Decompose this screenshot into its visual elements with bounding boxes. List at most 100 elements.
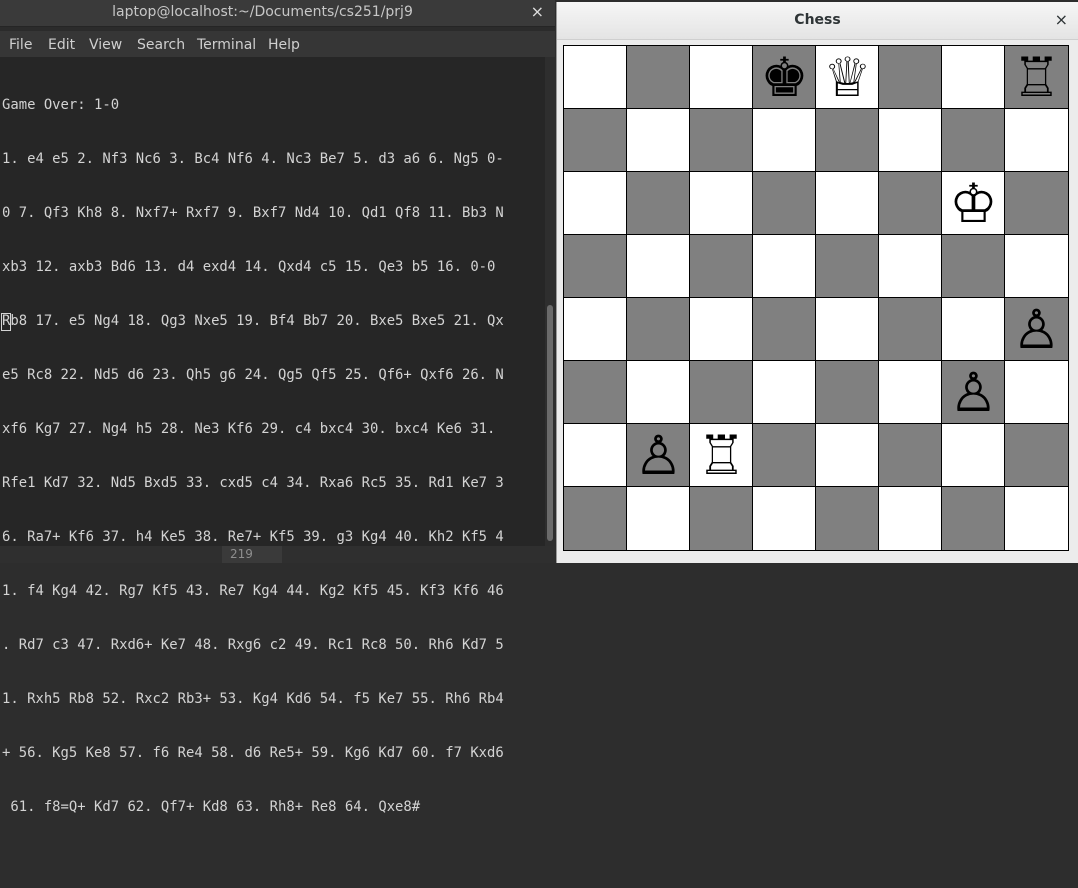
chess-board[interactable]: ♚ ♕ ♖ ♔ ♙ ♙ ♙ ♖ bbox=[563, 45, 1069, 551]
square-e3[interactable] bbox=[816, 361, 879, 424]
square-f3[interactable] bbox=[879, 361, 942, 424]
menu-help[interactable]: Help bbox=[268, 37, 300, 53]
square-c1[interactable] bbox=[690, 487, 753, 550]
terminal-title: laptop@localhost:~/Documents/cs251/prj9 bbox=[112, 4, 413, 20]
square-e2[interactable] bbox=[816, 424, 879, 487]
terminal-line: Game Over: 1-0 bbox=[2, 97, 120, 113]
chess-titlebar[interactable]: Chess × bbox=[557, 2, 1078, 40]
chess-title: Chess bbox=[794, 12, 841, 28]
square-e7[interactable] bbox=[816, 109, 879, 172]
square-g5[interactable] bbox=[942, 235, 1005, 298]
square-d4[interactable] bbox=[753, 298, 816, 361]
terminal-output[interactable]: Game Over: 1-0 1. e4 e5 2. Nf3 Nc6 3. Bc… bbox=[0, 57, 545, 815]
square-h8[interactable]: ♖ bbox=[1005, 46, 1068, 109]
square-c2[interactable]: ♖ bbox=[690, 424, 753, 487]
square-b3[interactable] bbox=[627, 361, 690, 424]
square-a3[interactable] bbox=[564, 361, 627, 424]
white-pawn-icon[interactable]: ♙ bbox=[1005, 298, 1068, 361]
square-f5[interactable] bbox=[879, 235, 942, 298]
square-a5[interactable] bbox=[564, 235, 627, 298]
square-f7[interactable] bbox=[879, 109, 942, 172]
square-f2[interactable] bbox=[879, 424, 942, 487]
square-a2[interactable] bbox=[564, 424, 627, 487]
square-h7[interactable] bbox=[1005, 109, 1068, 172]
square-a7[interactable] bbox=[564, 109, 627, 172]
square-h2[interactable] bbox=[1005, 424, 1068, 487]
square-e5[interactable] bbox=[816, 235, 879, 298]
white-pawn-icon[interactable]: ♙ bbox=[627, 424, 690, 487]
terminal-line: 1. Rxh5 Rb8 52. Rxc2 Rb3+ 53. Kg4 Kd6 54… bbox=[2, 691, 504, 707]
square-a4[interactable] bbox=[564, 298, 627, 361]
square-a8[interactable] bbox=[564, 46, 627, 109]
square-b7[interactable] bbox=[627, 109, 690, 172]
menu-search[interactable]: Search bbox=[137, 37, 185, 53]
terminal-line: . Rd7 c3 47. Rxd6+ Ke7 48. Rxg6 c2 49. R… bbox=[2, 637, 504, 653]
square-e8[interactable]: ♕ bbox=[816, 46, 879, 109]
chess-close-icon[interactable]: × bbox=[1055, 10, 1068, 29]
square-c5[interactable] bbox=[690, 235, 753, 298]
terminal-close-icon[interactable]: × bbox=[531, 2, 544, 21]
square-e1[interactable] bbox=[816, 487, 879, 550]
square-f4[interactable] bbox=[879, 298, 942, 361]
square-h1[interactable] bbox=[1005, 487, 1068, 550]
square-d6[interactable] bbox=[753, 172, 816, 235]
square-b2[interactable]: ♙ bbox=[627, 424, 690, 487]
terminal-line: xb3 12. axb3 Bd6 13. d4 exd4 14. Qxd4 c5… bbox=[2, 259, 496, 275]
terminal-window: laptop@localhost:~/Documents/cs251/prj9 … bbox=[0, 0, 555, 815]
menu-terminal[interactable]: Terminal bbox=[197, 37, 256, 53]
square-d3[interactable] bbox=[753, 361, 816, 424]
menu-view[interactable]: View bbox=[89, 37, 122, 53]
square-f8[interactable] bbox=[879, 46, 942, 109]
menu-edit[interactable]: Edit bbox=[48, 37, 75, 53]
white-rook-icon[interactable]: ♖ bbox=[690, 424, 753, 487]
white-pawn-icon[interactable]: ♙ bbox=[942, 361, 1005, 424]
terminal-line: Rb8 17. e5 Ng4 18. Qg3 Nxe5 19. Bf4 Bb7 … bbox=[2, 313, 504, 329]
square-f6[interactable] bbox=[879, 172, 942, 235]
square-d2[interactable] bbox=[753, 424, 816, 487]
square-c6[interactable] bbox=[690, 172, 753, 235]
square-e4[interactable] bbox=[816, 298, 879, 361]
statusbar-number: 219 bbox=[230, 547, 253, 561]
terminal-line: 61. f8=Q+ Kd7 62. Qf7+ Kd8 63. Rh8+ Re8 … bbox=[2, 799, 421, 815]
square-h6[interactable] bbox=[1005, 172, 1068, 235]
terminal-line: + 56. Kg5 Ke8 57. f6 Re4 58. d6 Re5+ 59.… bbox=[2, 745, 504, 761]
terminal-titlebar[interactable]: laptop@localhost:~/Documents/cs251/prj9 … bbox=[0, 0, 555, 27]
white-queen-icon[interactable]: ♕ bbox=[816, 46, 879, 109]
square-e6[interactable] bbox=[816, 172, 879, 235]
terminal-scrollbar[interactable] bbox=[545, 57, 555, 546]
square-a6[interactable] bbox=[564, 172, 627, 235]
square-b4[interactable] bbox=[627, 298, 690, 361]
square-b5[interactable] bbox=[627, 235, 690, 298]
square-g1[interactable] bbox=[942, 487, 1005, 550]
square-b8[interactable] bbox=[627, 46, 690, 109]
square-g3[interactable]: ♙ bbox=[942, 361, 1005, 424]
square-b1[interactable] bbox=[627, 487, 690, 550]
square-h4[interactable]: ♙ bbox=[1005, 298, 1068, 361]
black-king-icon[interactable]: ♚ bbox=[753, 46, 816, 109]
menu-file[interactable]: File bbox=[9, 37, 32, 53]
square-d7[interactable] bbox=[753, 109, 816, 172]
terminal-line: xf6 Kg7 27. Ng4 h5 28. Ne3 Kf6 29. c4 bx… bbox=[2, 421, 496, 437]
terminal-line: 1. f4 Kg4 42. Rg7 Kf5 43. Re7 Kg4 44. Kg… bbox=[2, 583, 504, 599]
square-c3[interactable] bbox=[690, 361, 753, 424]
square-h3[interactable] bbox=[1005, 361, 1068, 424]
square-d1[interactable] bbox=[753, 487, 816, 550]
square-g8[interactable] bbox=[942, 46, 1005, 109]
square-c4[interactable] bbox=[690, 298, 753, 361]
square-a1[interactable] bbox=[564, 487, 627, 550]
terminal-statusbar: 219 bbox=[0, 546, 555, 563]
square-g4[interactable] bbox=[942, 298, 1005, 361]
square-f1[interactable] bbox=[879, 487, 942, 550]
square-g2[interactable] bbox=[942, 424, 1005, 487]
square-g6[interactable]: ♔ bbox=[942, 172, 1005, 235]
square-d8[interactable]: ♚ bbox=[753, 46, 816, 109]
white-rook-icon[interactable]: ♖ bbox=[1005, 46, 1068, 109]
square-c7[interactable] bbox=[690, 109, 753, 172]
square-g7[interactable] bbox=[942, 109, 1005, 172]
square-h5[interactable] bbox=[1005, 235, 1068, 298]
square-b6[interactable] bbox=[627, 172, 690, 235]
terminal-scrollbar-thumb[interactable] bbox=[547, 305, 553, 541]
white-king-icon[interactable]: ♔ bbox=[942, 172, 1005, 235]
square-d5[interactable] bbox=[753, 235, 816, 298]
square-c8[interactable] bbox=[690, 46, 753, 109]
